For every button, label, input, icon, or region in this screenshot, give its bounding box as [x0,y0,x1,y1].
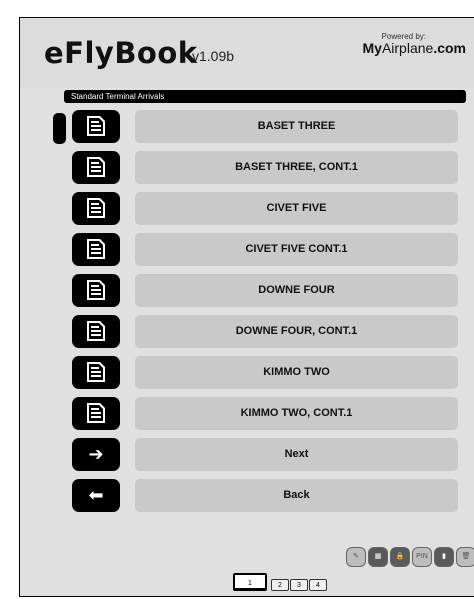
app-frame: eFlyBook v1.09b Powered by: MyAirplane.c… [19,17,474,597]
list-item: BASET THREE [20,110,474,144]
list-item: KIMMO TWO, CONT.1 [20,397,474,430]
procedure-button[interactable]: DOWNE FOUR, CONT.1 [135,315,458,348]
chart-open-button[interactable] [72,151,120,184]
app-version: v1.09b [192,48,235,64]
pagination: 1 2 3 4 [233,573,328,591]
lock-icon[interactable]: 🔒 [390,547,410,567]
document-icon [87,280,105,300]
pin-button[interactable]: PIN [412,547,432,567]
chart-open-button[interactable] [72,274,120,307]
list-item: DOWNE FOUR, CONT.1 [20,315,474,348]
page-3-button[interactable]: 3 [290,579,308,591]
procedure-button[interactable]: CIVET FIVE CONT.1 [135,233,458,266]
procedure-button[interactable]: BASET THREE [135,110,458,143]
edit-icon[interactable]: ✎ [346,547,366,567]
procedure-button[interactable]: KIMMO TWO, CONT.1 [135,397,458,430]
procedure-button[interactable]: CIVET FIVE [135,192,458,225]
next-button[interactable]: Next [135,438,458,471]
page-1-button[interactable]: 1 [233,573,267,591]
brand-airplane: Airplane [381,40,434,56]
list-item: CIVET FIVE [20,192,474,225]
next-arrow-button[interactable]: ➔ [72,438,120,471]
chart-open-button[interactable] [72,192,120,225]
grid-icon[interactable]: ▦ [368,547,388,567]
list-item: DOWNE FOUR [20,274,474,307]
toolbar: ✎ ▦ 🔒 PIN ▮ 🗑 [346,547,474,567]
brand-logo: MyAirplane.com [362,40,466,56]
back-arrow-button[interactable]: ⬅ [72,479,120,512]
flashlight-icon[interactable]: ▮ [434,547,454,567]
brand-my: My [362,40,382,56]
document-icon [87,362,105,382]
trash-icon[interactable]: 🗑 [456,547,474,567]
page-2-button[interactable]: 2 [271,579,289,591]
app-logo: eFlyBook [44,36,198,70]
selection-indicator [53,113,66,144]
chart-open-button[interactable] [72,397,120,430]
list-item: BASET THREE, CONT.1 [20,151,474,184]
app-header: eFlyBook v1.09b Powered by: MyAirplane.c… [20,18,474,88]
chart-open-button[interactable] [72,315,120,348]
document-icon [87,403,105,423]
procedure-button[interactable]: KIMMO TWO [135,356,458,389]
document-icon [87,157,105,177]
document-icon [87,239,105,259]
section-title: Standard Terminal Arrivals [64,90,466,103]
chart-open-button[interactable] [72,356,120,389]
arrow-right-icon: ➔ [88,444,104,464]
list-item: KIMMO TWO [20,356,474,389]
document-icon [87,198,105,218]
next-row: ➔ Next [20,438,474,471]
document-icon [87,116,105,136]
back-button[interactable]: Back [135,479,458,512]
chart-open-button[interactable] [72,110,120,143]
procedure-button[interactable]: DOWNE FOUR [135,274,458,307]
back-row: ⬅ Back [20,479,474,512]
page-4-button[interactable]: 4 [309,579,327,591]
procedure-button[interactable]: BASET THREE, CONT.1 [135,151,458,184]
list-item: CIVET FIVE CONT.1 [20,233,474,266]
document-icon [87,321,105,341]
powered-by-block: Powered by: MyAirplane.com [362,32,466,56]
brand-suffix: .com [433,40,466,56]
arrow-left-icon: ⬅ [88,485,104,505]
chart-open-button[interactable] [72,233,120,266]
